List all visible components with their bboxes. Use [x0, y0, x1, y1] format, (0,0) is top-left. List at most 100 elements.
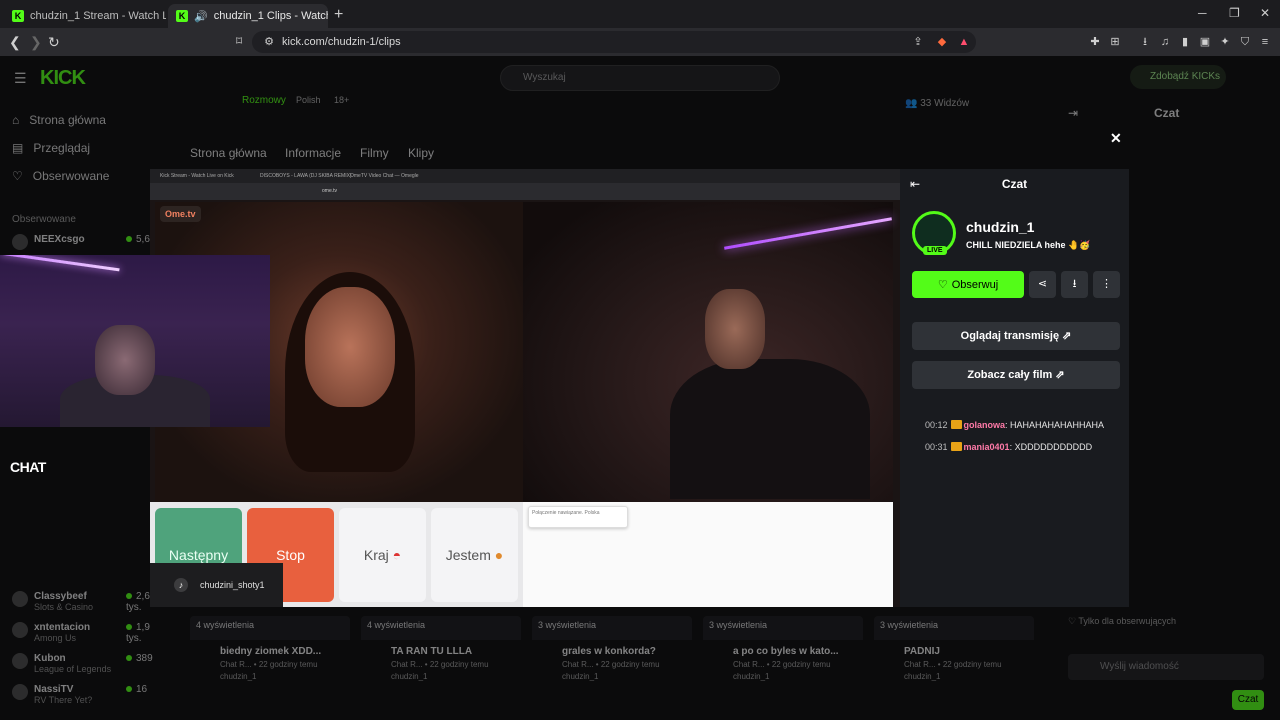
message-user[interactable]: mania0401 [964, 442, 1010, 452]
tab-videos[interactable]: Filmy [360, 146, 389, 160]
sidebar-icon[interactable]: ▮ [1178, 35, 1192, 49]
country-button[interactable]: Kraj ◓ [339, 508, 426, 602]
brave-rewards-icon[interactable]: ▲ [957, 35, 971, 49]
chat-input[interactable]: Wyślij wiadomość [1068, 654, 1264, 680]
chat-collapse-icon[interactable]: ⇥ [1068, 106, 1078, 120]
back-icon[interactable]: ❮ [9, 34, 21, 51]
hamburger-menu-icon[interactable]: ☰ [14, 70, 27, 87]
avatar [12, 622, 28, 638]
clip-author: chudzin_1 [904, 672, 941, 681]
channel-category: RV There Yet? [34, 695, 93, 705]
captured-url-bar: ome.tv [150, 183, 900, 200]
channel-category: Among Us [34, 633, 77, 643]
see-full-video-button[interactable]: Zobacz cały film ⇗ [912, 361, 1120, 389]
clip-author: chudzin_1 [733, 672, 770, 681]
age-tag[interactable]: 18+ [334, 95, 349, 105]
tab-home[interactable]: Strona główna [190, 146, 267, 160]
clip-card[interactable]: 3 wyświetlenia grales w konkorda? Chat R..… [532, 616, 692, 681]
address-bar[interactable]: kick.com/chudzin-1/clips [252, 31, 976, 53]
leo-ai-icon[interactable]: ✦ [1218, 35, 1232, 49]
channel-name: Kubon [34, 653, 66, 664]
close-modal-icon[interactable]: ✕ [1110, 130, 1122, 147]
vpn-icon[interactable]: ⛉ [1238, 35, 1252, 49]
search-input[interactable]: Wyszukaj [500, 65, 780, 91]
tab-search-icon[interactable]: ⊞ [1108, 35, 1122, 49]
close-window-button[interactable]: ✕ [1260, 6, 1270, 20]
clip-card[interactable]: 3 wyświetlenia a po co byles w kato... Cha… [703, 616, 863, 681]
panel-title: Czat [1001, 177, 1028, 191]
share-icon[interactable]: ⇪ [911, 35, 925, 49]
more-icon: ⋮ [1101, 278, 1112, 290]
tiktok-handle: chudzini_shoty1 [200, 580, 265, 590]
followed-channel[interactable]: xntentacion Among Us 1,9 tys. [12, 622, 162, 644]
channel-name[interactable]: chudzin_1 [966, 219, 1034, 235]
sidebar-item-browse[interactable]: ▤ Przeglądaj [12, 141, 90, 155]
wallet-icon[interactable]: ▣ [1198, 35, 1212, 49]
language-tag[interactable]: Polish [296, 95, 321, 105]
watch-stream-button[interactable]: Oglądaj transmisję ⇗ [912, 322, 1120, 350]
extensions-icon[interactable]: ✚ [1088, 35, 1102, 49]
gender-label: Jestem [445, 547, 491, 563]
clip-card[interactable]: 4 wyświetlenia TA RAN TU LLLA Chat R... • … [361, 616, 521, 681]
brave-shields-icon[interactable]: ◆ [935, 35, 949, 49]
download-icon: ⭳ [1072, 278, 1077, 290]
sidebar-item-following[interactable]: ♡ Obserwowane [12, 169, 109, 183]
followed-channel[interactable]: Kubon League of Legends 389 [12, 653, 162, 674]
get-kicks-label: Zdobądź KICKs [1150, 71, 1221, 82]
clip-meta: Chat R... • 22 godziny temu [904, 660, 1002, 669]
download-icon[interactable]: ⭳ [1138, 35, 1152, 49]
chat-send-button[interactable]: Czat [1232, 690, 1264, 710]
forward-icon[interactable]: ❯ [30, 34, 42, 51]
new-tab-button[interactable]: + [334, 6, 343, 24]
get-kicks-button[interactable]: Zdobądź KICKs [1130, 65, 1226, 89]
captured-tab: DISCOBOYS - LAWA (DJ SKIBA REMIX) [260, 173, 352, 179]
sidebar-item-home[interactable]: ⌂ Strona główna [12, 113, 106, 127]
ometv-text-chat: Połączenie nawiązane. Polska [523, 502, 893, 607]
clip-title: PADNIJ [904, 646, 940, 657]
gender-button[interactable]: Jestem ● [431, 508, 518, 602]
follow-button[interactable]: ♡ Obserwuj [912, 271, 1024, 298]
avatar [12, 684, 28, 700]
site-info-icon[interactable]: ⚙ [262, 35, 276, 49]
category-tag[interactable]: Rozmowy [242, 95, 286, 106]
tab-about[interactable]: Informacje [285, 146, 341, 160]
crown-icon [950, 442, 962, 451]
maximize-button[interactable]: ❐ [1229, 6, 1240, 20]
country-label: Kraj [363, 547, 389, 563]
more-button[interactable]: ⋮ [1093, 271, 1120, 298]
streamer-face [95, 325, 155, 395]
viewer-count-label: 33 Widzów [920, 98, 970, 109]
browser-tab-stream[interactable]: K chudzin_1 Stream - Watch Live on Ki [4, 4, 166, 28]
menu-icon[interactable]: ≡ [1258, 35, 1272, 49]
message-user[interactable]: golanowa [964, 420, 1006, 430]
download-button[interactable]: ⭳ [1061, 271, 1088, 298]
stranger-face [305, 287, 395, 407]
channel-category: League of Legends [34, 664, 112, 674]
share-button[interactable]: ⋖ [1029, 271, 1056, 298]
minimize-button[interactable]: ─ [1198, 6, 1207, 20]
followed-channel[interactable]: Classybeef Slots & Casino 2,6 tys. [12, 591, 162, 613]
sidebar-item-label: Obserwowane [32, 169, 110, 183]
followed-channel[interactable]: NEEXcsgo 5,6 ty [12, 234, 162, 250]
bookmark-icon[interactable]: ⌑ [236, 34, 242, 48]
browser-tab-clips[interactable]: K 🔊 chudzin_1 Clips - Watch Live ✕ [168, 4, 328, 28]
captured-browser-tabs: Kick Stream - Watch Live on Kick DISCOBO… [150, 169, 900, 183]
tiktok-overlay: ♪ chudzini_shoty1 [150, 563, 283, 607]
media-icon[interactable]: ♫ [1158, 35, 1172, 49]
followed-channel[interactable]: NassiTV RV There Yet? 16 [12, 684, 162, 705]
viewer-count: 16 [136, 684, 148, 695]
followers-only-note: ♡ Tylko dla obserwujących [1068, 616, 1176, 626]
poland-flag-icon: ◓ [392, 547, 402, 563]
ometv-logo: Ome.tv [160, 206, 201, 222]
clip-views: 4 wyświetlenia [190, 616, 350, 640]
reload-icon[interactable]: ↻ [48, 34, 60, 51]
browser-toolbar: ❮ ❯ ↻ ⌑ kick.com/chudzin-1/clips ⚙ ⇪ ◆ ▲… [0, 28, 1280, 56]
kick-logo[interactable]: KICK [40, 67, 86, 90]
share-icon: ⋖ [1037, 278, 1048, 290]
tab-clips[interactable]: Klipy [408, 146, 434, 160]
channel-avatar[interactable]: LIVE [912, 211, 956, 255]
clip-meta: Chat R... • 22 godziny temu [220, 660, 318, 669]
clip-card[interactable]: 4 wyświetlenia biedny ziomek XDD... Chat R… [190, 616, 350, 681]
clip-card[interactable]: 3 wyświetlenia PADNIJ Chat R... • 22 godzi… [874, 616, 1034, 681]
address-text: kick.com/chudzin-1/clips [282, 36, 401, 48]
